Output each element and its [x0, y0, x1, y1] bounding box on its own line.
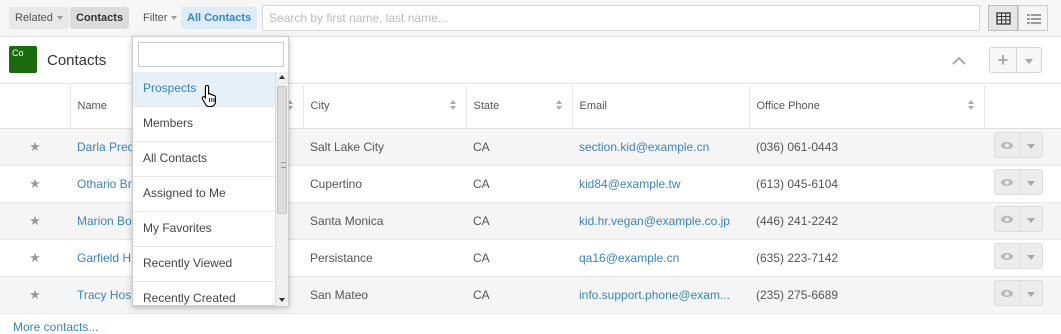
- activity-view-button[interactable]: [1018, 5, 1048, 31]
- preview-button[interactable]: [994, 169, 1020, 195]
- city-cell: Salt Lake City: [303, 128, 466, 166]
- city-cell: San Mateo: [303, 276, 466, 314]
- scroll-up-arrow-icon[interactable]: [279, 75, 285, 79]
- chevron-down-icon: [1025, 59, 1033, 64]
- column-header-email[interactable]: Email: [572, 85, 750, 129]
- preview-button[interactable]: [994, 243, 1020, 269]
- favorite-column-header: [0, 85, 71, 129]
- eye-icon: [1001, 289, 1013, 298]
- favorite-star-icon[interactable]: ★: [0, 165, 70, 203]
- hand-cursor-icon: [201, 84, 217, 108]
- contact-name-link[interactable]: Darla Pred: [77, 140, 134, 154]
- row-actions-dropdown[interactable]: [1019, 243, 1043, 269]
- city-cell: Santa Monica: [303, 202, 466, 240]
- eye-icon: [1001, 252, 1013, 261]
- column-label: Name: [77, 100, 107, 113]
- favorite-star-icon[interactable]: ★: [0, 276, 70, 314]
- table-grid-icon: [996, 12, 1011, 25]
- filter-dropdown-toggle[interactable]: Filter: [137, 7, 183, 29]
- chevron-up-icon[interactable]: [950, 52, 968, 70]
- column-header-office-phone[interactable]: Office Phone: [749, 85, 985, 129]
- list-icon: [1027, 14, 1041, 24]
- filter-label: Filter: [143, 12, 168, 24]
- row-actions-dropdown[interactable]: [1019, 169, 1043, 195]
- preview-button[interactable]: [994, 206, 1020, 232]
- state-cell: CA: [466, 128, 572, 166]
- actions-column-header: [984, 85, 1061, 129]
- state-cell: CA: [466, 239, 572, 277]
- filter-search-input[interactable]: [138, 42, 284, 67]
- sort-icon: [449, 100, 456, 112]
- chevron-down-icon: [56, 16, 63, 21]
- phone-cell: (635) 223-7142: [749, 239, 984, 277]
- row-actions: [994, 206, 1044, 232]
- search-input[interactable]: Search by first name, last name...: [262, 5, 980, 31]
- column-label: Office Phone: [756, 100, 820, 113]
- sort-icon: [967, 100, 974, 112]
- filter-option[interactable]: Members: [133, 107, 275, 142]
- email-link[interactable]: info.support.phone@exam...: [579, 288, 730, 302]
- eye-icon: [1001, 178, 1013, 187]
- email-link[interactable]: kid.hr.vegan@example.co.jp: [579, 214, 730, 228]
- eye-icon: [1001, 141, 1013, 150]
- row-actions: [994, 280, 1044, 306]
- module-icon: Co: [9, 46, 37, 73]
- filter-option[interactable]: All Contacts: [133, 142, 275, 177]
- preview-button[interactable]: [994, 280, 1020, 306]
- phone-cell: (446) 241-2242: [749, 202, 984, 240]
- filter-dropdown-menu: Prospects Members All Contacts Assigned to …: [132, 36, 289, 306]
- row-actions-dropdown[interactable]: [1019, 206, 1043, 232]
- phone-cell: (235) 275-6689: [749, 276, 984, 314]
- row-actions: [994, 243, 1044, 269]
- dropdown-scrollbar[interactable]: [275, 72, 288, 306]
- eye-icon: [1001, 215, 1013, 224]
- sort-icon: [555, 100, 562, 112]
- contact-name-link[interactable]: Garfield H: [77, 251, 131, 265]
- row-actions-dropdown[interactable]: [1019, 280, 1043, 306]
- email-link[interactable]: kid84@example.tw: [579, 177, 681, 191]
- module-chip[interactable]: Contacts: [70, 7, 130, 29]
- email-link[interactable]: qa16@example.cn: [579, 251, 679, 265]
- scrollbar-thumb[interactable]: [277, 86, 287, 214]
- filter-option[interactable]: Recently Viewed: [133, 247, 275, 282]
- chevron-down-icon: [171, 16, 178, 21]
- filter-value-chip[interactable]: All Contacts: [181, 7, 258, 29]
- filter-option[interactable]: Assigned to Me: [133, 177, 275, 212]
- phone-cell: (036) 061-0443: [749, 128, 984, 166]
- create-button[interactable]: +: [989, 47, 1017, 73]
- column-label: State: [473, 100, 500, 113]
- preview-button[interactable]: [994, 132, 1020, 158]
- related-dropdown[interactable]: Related: [9, 7, 69, 29]
- city-cell: Persistance: [303, 239, 466, 277]
- create-actions-dropdown[interactable]: [1016, 47, 1042, 73]
- city-cell: Cupertino: [303, 165, 466, 203]
- list-view-button[interactable]: [988, 5, 1018, 31]
- email-link[interactable]: section.kid@example.cn: [579, 140, 709, 154]
- state-cell: CA: [466, 165, 572, 203]
- state-cell: CA: [466, 276, 572, 314]
- favorite-star-icon[interactable]: ★: [0, 239, 70, 277]
- filter-option[interactable]: My Favorites: [133, 212, 275, 247]
- row-actions-dropdown[interactable]: [1019, 132, 1043, 158]
- column-label: City: [310, 100, 330, 113]
- column-header-state[interactable]: State: [466, 85, 573, 129]
- column-label: Email: [579, 100, 608, 113]
- filter-option[interactable]: Recently Created: [133, 282, 275, 306]
- filter-bar: Related Contacts Filter All Contacts Sea…: [0, 0, 1061, 37]
- row-actions: [994, 169, 1044, 195]
- contact-name-link[interactable]: Othario Br: [77, 177, 132, 191]
- favorite-star-icon[interactable]: ★: [0, 202, 70, 240]
- contact-name-link[interactable]: Tracy Hos: [77, 288, 131, 302]
- plus-icon: +: [997, 50, 1009, 70]
- page-title: Contacts: [47, 52, 107, 69]
- column-header-city[interactable]: City: [303, 85, 467, 129]
- favorite-star-icon[interactable]: ★: [0, 128, 70, 166]
- phone-cell: (613) 045-6104: [749, 165, 984, 203]
- contact-name-link[interactable]: Marion Bo: [77, 214, 132, 228]
- state-cell: CA: [466, 202, 572, 240]
- related-label: Related: [15, 12, 53, 24]
- row-actions: [994, 132, 1044, 158]
- scroll-down-arrow-icon[interactable]: [279, 298, 285, 302]
- more-contacts-link[interactable]: More contacts...: [13, 320, 98, 334]
